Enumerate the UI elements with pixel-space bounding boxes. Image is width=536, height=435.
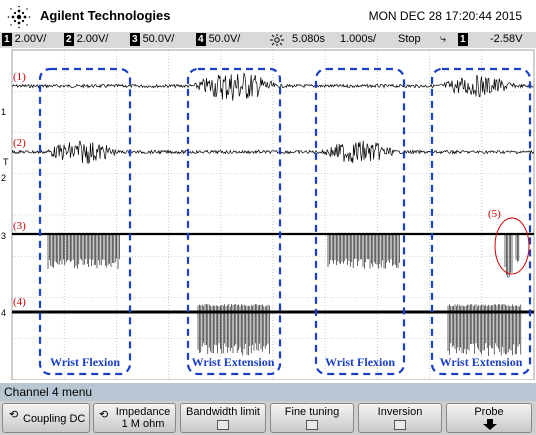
trace-label-2: (2) [13, 137, 26, 149]
trace-label-3: (3) [13, 220, 26, 232]
ch3-scale-value: 50.0V/ [142, 33, 175, 45]
ch4-scale-value: 50.0V/ [208, 33, 241, 45]
region-box-2 [186, 67, 282, 376]
inversion-label: Inversion [377, 406, 423, 418]
ch2-number: 2 [64, 33, 74, 46]
brand-name: Agilent Technologies [40, 8, 171, 23]
impedance-softkey[interactable]: ⟲ Impedance 1 M ohm [93, 403, 176, 433]
rotate-knob-icon-2: ⟲ [99, 409, 109, 421]
ch2-scale-value: 2.00V/ [76, 33, 109, 45]
region-label-3: Wrist Flexion [325, 355, 395, 369]
arrow-down-icon [483, 419, 497, 430]
ch1-scale-value: 2.00V/ [14, 33, 47, 45]
inversion-softkey[interactable]: Inversion [358, 403, 442, 433]
ch3-ground-marker[interactable]: 3 [1, 231, 6, 241]
fine-tuning-checkbox[interactable] [306, 420, 318, 430]
ch4-number: 4 [196, 33, 206, 46]
ch3-scale[interactable]: 3 50.0V/ [130, 33, 174, 46]
fine-tuning-label: Fine tuning [284, 406, 340, 418]
time-reference-icon [270, 34, 284, 46]
region-label-2: Wrist Extension [192, 355, 275, 369]
menu-title-bar: Channel 4 menu [0, 383, 536, 401]
ch1-ground-marker[interactable]: 1 [1, 107, 6, 117]
region-label-1: Wrist Flexion [50, 355, 120, 369]
annotation-5: (5) [488, 208, 501, 220]
bandwidth-limit-softkey[interactable]: Bandwidth limit [180, 403, 266, 433]
title-bar: Agilent Technologies MON DEC 28 17:20:44… [0, 0, 536, 32]
time-scale[interactable]: 1.000s/ [340, 33, 376, 45]
run-state: Stop [398, 33, 421, 45]
ch4-scale[interactable]: 4 50.0V/ [196, 33, 240, 46]
probe-softkey[interactable]: Probe [446, 403, 532, 433]
ch4-waveform [12, 310, 534, 356]
agilent-spark-icon [7, 5, 31, 29]
ch2-ground-marker[interactable]: 2 [1, 173, 6, 183]
ch3-number: 3 [130, 33, 140, 46]
fine-tuning-softkey[interactable]: Fine tuning [270, 403, 354, 433]
trigger-marker: T [3, 157, 9, 167]
softkey-bar: ⟲ Coupling DC ⟲ Impedance 1 M ohm Bandwi… [0, 401, 536, 435]
menu-title: Channel 4 menu [4, 385, 93, 399]
datetime: MON DEC 28 17:20:44 2015 [368, 9, 522, 23]
impedance-value: 1 M ohm [121, 418, 165, 430]
coupling-softkey[interactable]: ⟲ Coupling DC [2, 403, 90, 433]
region-box-3 [314, 67, 406, 376]
rotate-knob-icon: ⟲ [9, 409, 19, 421]
channel-status-bar: 1 2.00V/ 2 2.00V/ 3 50.0V/ 4 50.0V/ 5.080s 1… [0, 32, 536, 48]
probe-label: Probe [474, 406, 504, 418]
trigger-slope-icon: ⤷ [440, 33, 447, 45]
ch1-scale[interactable]: 1 2.00V/ [2, 33, 46, 46]
time-offset[interactable]: 5.080s [292, 33, 325, 45]
trigger-source-number: 1 [458, 33, 468, 46]
graticule [12, 50, 534, 380]
ch1-number: 1 [2, 33, 12, 46]
ch3-waveform [12, 232, 534, 278]
impedance-title: Impedance [115, 406, 171, 418]
trace-label-4: (4) [13, 296, 26, 308]
bandwidth-limit-checkbox[interactable] [217, 420, 229, 430]
coupling-label: Coupling DC [23, 413, 86, 425]
ch4-ground-marker[interactable]: 4 [1, 308, 6, 318]
inversion-checkbox[interactable] [394, 420, 406, 430]
bandwidth-limit-label: Bandwidth limit [186, 406, 260, 418]
waveform-traces [11, 72, 534, 356]
trigger-level[interactable]: -2.58V [490, 33, 522, 45]
region-label-4: Wrist Extension [440, 355, 523, 369]
ch2-scale[interactable]: 2 2.00V/ [64, 33, 108, 46]
waveform-display: (1) (2) (3) (4) 1 T 2 3 4 (5) Wrist Flex… [0, 48, 536, 380]
trace-label-1: (1) [13, 71, 26, 83]
trigger-source[interactable]: 1 [458, 33, 471, 46]
